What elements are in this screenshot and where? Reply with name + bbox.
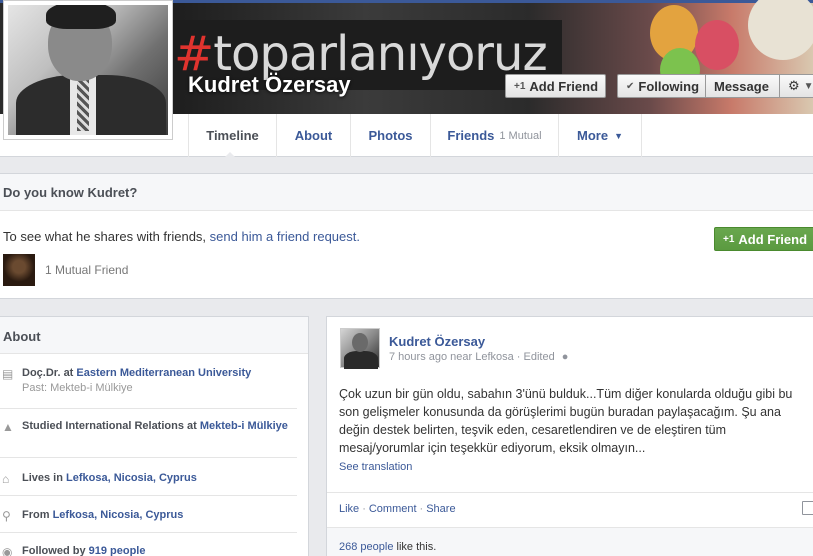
- about-education: ▲ Studied International Relations at Mek…: [0, 420, 297, 458]
- education-pre: Studied International Relations at: [22, 420, 200, 432]
- comment-link[interactable]: Comment: [369, 503, 417, 515]
- post-divider: [327, 492, 813, 493]
- add-friend-button[interactable]: +1 Add Friend: [505, 74, 606, 98]
- do-you-know-heading: Do you know Kudret?: [0, 174, 813, 211]
- lives-link[interactable]: Lefkosa, Nicosia, Cyprus: [66, 472, 197, 484]
- following-label: Following: [638, 78, 700, 94]
- post-timestamp[interactable]: 7 hours ago near Lefkosa · Edited: [389, 351, 555, 363]
- add-friend-green-button[interactable]: +1 Add Friend: [714, 227, 813, 251]
- globe-icon[interactable]: ●: [562, 351, 569, 363]
- active-tab-indicator: [224, 152, 236, 158]
- separator-dot: ·: [362, 503, 366, 515]
- about-from: ⚲ From Lefkosa, Nicosia, Cyprus: [0, 509, 297, 533]
- message-label: Message: [714, 78, 769, 94]
- tab-friends[interactable]: Friends 1 Mutual: [430, 114, 558, 157]
- balloon-decoration: [748, 0, 813, 60]
- work-pre: Doç.Dr. at: [22, 367, 77, 379]
- settings-menu-button[interactable]: ⚙ ▼: [780, 74, 813, 98]
- house-icon: ⌂: [2, 472, 10, 486]
- tab-label: Photos: [368, 128, 413, 143]
- lives-pre: Lives in: [22, 472, 67, 484]
- add-friend-icon: +1: [514, 80, 526, 92]
- about-work: ▤ Doç.Dr. at Eastern Mediterranean Unive…: [0, 367, 297, 409]
- message-button[interactable]: Message: [706, 74, 780, 98]
- photo-hair: [46, 5, 116, 29]
- send-friend-request-link[interactable]: send him a friend request.: [210, 229, 360, 244]
- tab-more[interactable]: More ▼: [558, 114, 642, 157]
- caret-down-icon: ▼: [614, 130, 623, 141]
- add-friend-label: Add Friend: [738, 231, 808, 247]
- likes-summary: 268 people like this.: [327, 527, 813, 556]
- followers-link[interactable]: 919 people: [89, 545, 146, 556]
- timeline-post: Kudret Özersay 7 hours ago near Lefkosa …: [326, 316, 813, 556]
- tab-photos[interactable]: Photos: [350, 114, 430, 157]
- briefcase-icon: ▤: [2, 367, 14, 381]
- balloon-decoration: [695, 20, 739, 70]
- post-text: Çok uzun bir gün oldu, sabahın 3'ünü bul…: [339, 387, 793, 455]
- see-translation-link[interactable]: See translation: [339, 461, 412, 473]
- share-link[interactable]: Share: [426, 503, 455, 515]
- profile-name[interactable]: Kudret Özersay: [188, 72, 351, 98]
- education-link[interactable]: Mekteb-i Mülkiye: [200, 420, 288, 432]
- likes-count-link[interactable]: 268 people: [339, 541, 393, 553]
- followers-icon: ◉: [2, 545, 13, 556]
- about-heading: About: [0, 317, 308, 354]
- location-pin-icon: ⚲: [2, 509, 11, 523]
- post-author-name[interactable]: Kudret Özersay: [389, 334, 485, 349]
- about-followers: ◉ Followed by 919 people: [0, 545, 297, 556]
- edit-icon[interactable]: [802, 501, 813, 515]
- tab-about[interactable]: About: [276, 114, 350, 157]
- about-box: About ▤ Doç.Dr. at Eastern Mediterranean…: [0, 316, 309, 556]
- tab-label: More: [577, 128, 609, 143]
- like-link[interactable]: Like: [339, 503, 359, 515]
- followers-pre: Followed by: [22, 545, 89, 556]
- profile-photo: [8, 5, 168, 135]
- from-pre: From: [22, 509, 53, 521]
- tab-timeline[interactable]: Timeline: [188, 114, 276, 157]
- checkmark-icon: ✔: [626, 80, 635, 92]
- avatar-head: [352, 333, 368, 352]
- post-meta: 7 hours ago near Lefkosa · Edited ●: [389, 351, 568, 363]
- gear-icon: ⚙: [788, 78, 800, 93]
- post-actions: Like · Comment · Share: [339, 503, 456, 515]
- tab-label: About: [294, 128, 333, 143]
- friend-request-prompt: To see what he shares with friends, send…: [3, 229, 360, 244]
- photo-tie: [77, 79, 89, 131]
- caret-down-icon: ▼: [803, 80, 813, 92]
- mutual-friend-avatar[interactable]: [3, 254, 35, 286]
- mutual-friend-count[interactable]: 1 Mutual Friend: [45, 263, 128, 277]
- graduation-cap-icon: ▲: [2, 420, 14, 434]
- work-link[interactable]: Eastern Mediterranean University: [76, 367, 251, 379]
- add-friend-label: Add Friend: [529, 78, 599, 94]
- following-button[interactable]: ✔ Following: [617, 74, 706, 98]
- separator-dot: ·: [419, 503, 424, 515]
- avatar-body: [344, 351, 378, 369]
- profile-picture[interactable]: [3, 0, 173, 140]
- likes-suffix: like this.: [393, 541, 437, 553]
- work-past: Past: Mekteb-i Mülkiye: [22, 382, 133, 394]
- add-friend-icon: +1: [723, 233, 735, 245]
- prompt-text: To see what he shares with friends,: [3, 229, 210, 244]
- about-lives-in: ⌂ Lives in Lefkosa, Nicosia, Cyprus: [0, 472, 297, 496]
- post-author-avatar[interactable]: [340, 328, 380, 369]
- do-you-know-box: Do you know Kudret? To see what he share…: [0, 173, 813, 299]
- tab-label: Timeline: [206, 128, 259, 143]
- tab-friends-mutual-count: 1 Mutual: [499, 129, 542, 142]
- from-link[interactable]: Lefkosa, Nicosia, Cyprus: [53, 509, 184, 521]
- tab-label: Friends: [447, 128, 495, 143]
